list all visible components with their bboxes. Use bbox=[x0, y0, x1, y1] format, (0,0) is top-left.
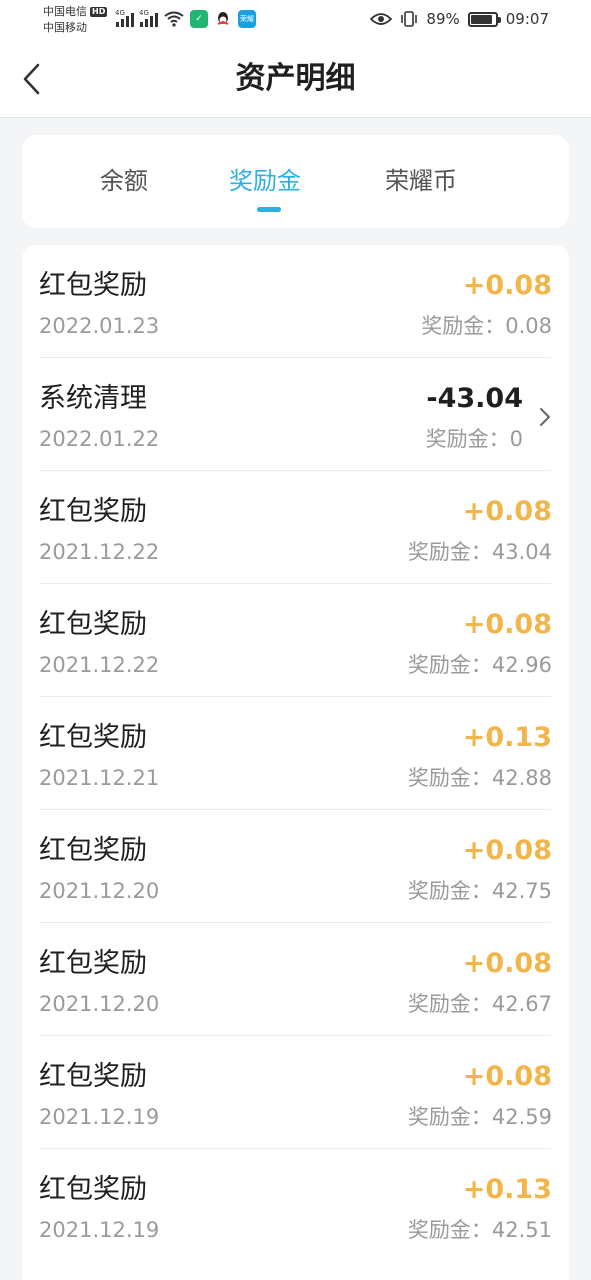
list-item[interactable]: 系统清理 2022.01.22 -43.04 奖励金：0 bbox=[22, 358, 569, 471]
balance-value: 42.51 bbox=[491, 1218, 552, 1242]
tab-bar: 余额 奖励金 荣耀币 bbox=[22, 135, 569, 228]
app-icon: ✓ bbox=[190, 10, 208, 28]
balance-label: 奖励金： bbox=[407, 879, 492, 903]
tab-honor-coin[interactable]: 荣耀币 bbox=[385, 165, 457, 197]
transaction-amount: -43.04 bbox=[426, 383, 523, 414]
transaction-amount: +0.08 bbox=[462, 948, 552, 979]
list-item[interactable]: 红包奖励 2021.12.20 +0.08 奖励金：42.67 bbox=[22, 923, 569, 1036]
carrier-info: 中国电信 HD 中国移动 bbox=[43, 4, 108, 36]
balance-label: 奖励金： bbox=[421, 314, 506, 338]
transaction-date: 2021.12.21 bbox=[39, 766, 160, 790]
transaction-date: 2022.01.23 bbox=[39, 314, 160, 338]
eye-icon bbox=[370, 13, 393, 25]
balance-label: 奖励金： bbox=[407, 653, 492, 677]
chevron-right-icon bbox=[540, 408, 550, 426]
transaction-balance: 奖励金：42.75 bbox=[408, 878, 552, 904]
network-label-1: 4G bbox=[115, 9, 125, 17]
transaction-balance: 奖励金：0 bbox=[426, 426, 523, 452]
clock: 09:07 bbox=[505, 10, 549, 28]
balance-value: 0 bbox=[509, 427, 523, 451]
page-header: 资产明细 bbox=[0, 40, 591, 118]
transaction-date: 2021.12.22 bbox=[39, 540, 160, 564]
balance-label: 奖励金： bbox=[407, 1105, 492, 1129]
balance-value: 0.08 bbox=[505, 314, 552, 338]
list-item[interactable]: 红包奖励 2021.12.21 +0.13 奖励金：42.88 bbox=[22, 697, 569, 810]
balance-label: 奖励金： bbox=[407, 766, 492, 790]
balance-label: 奖励金： bbox=[407, 540, 492, 564]
transaction-balance: 奖励金：42.88 bbox=[408, 765, 552, 791]
battery-percent: 89% bbox=[426, 10, 460, 28]
list-item[interactable]: 红包奖励 2021.12.20 +0.08 奖励金：42.75 bbox=[22, 810, 569, 923]
balance-value: 42.96 bbox=[491, 653, 552, 677]
transaction-date: 2021.12.20 bbox=[39, 879, 160, 903]
transaction-balance: 奖励金：42.51 bbox=[408, 1217, 552, 1243]
transaction-title: 红包奖励 bbox=[39, 835, 147, 866]
transaction-amount: +0.08 bbox=[462, 496, 552, 527]
status-icons-left: 4G 4G ✓ 荣耀 bbox=[115, 9, 256, 28]
list-item[interactable]: 红包奖励 2022.01.23 +0.08 奖励金：0.08 bbox=[22, 245, 569, 358]
transaction-date: 2021.12.20 bbox=[39, 992, 160, 1016]
transaction-amount: +0.08 bbox=[462, 609, 552, 640]
balance-label: 奖励金： bbox=[407, 1218, 492, 1242]
transaction-list: 红包奖励 2022.01.23 +0.08 奖励金：0.08 系统清理 2022… bbox=[22, 245, 569, 1280]
signal-icon: 4G bbox=[115, 9, 134, 27]
transaction-title: 红包奖励 bbox=[39, 496, 147, 527]
active-tab-indicator bbox=[257, 207, 281, 212]
transaction-title: 红包奖励 bbox=[39, 948, 147, 979]
signal-icon: 4G bbox=[139, 9, 158, 27]
list-item[interactable]: 红包奖励 2021.12.19 +0.13 奖励金：42.51 bbox=[22, 1149, 569, 1262]
transaction-date: 2021.12.22 bbox=[39, 653, 160, 677]
status-icons-right: 89% 09:07 bbox=[370, 10, 549, 28]
transaction-date: 2022.01.22 bbox=[39, 427, 160, 451]
transaction-title: 红包奖励 bbox=[39, 1174, 147, 1205]
honor-app-icon: 荣耀 bbox=[238, 10, 256, 28]
transaction-date: 2021.12.19 bbox=[39, 1218, 160, 1242]
transaction-balance: 奖励金：42.67 bbox=[408, 991, 552, 1017]
list-item[interactable]: 红包奖励 2021.12.22 +0.08 奖励金：42.96 bbox=[22, 584, 569, 697]
tab-balance[interactable]: 余额 bbox=[100, 165, 148, 197]
balance-value: 42.88 bbox=[491, 766, 552, 790]
transaction-amount: +0.08 bbox=[462, 835, 552, 866]
balance-label: 奖励金： bbox=[407, 992, 492, 1016]
balance-value: 42.59 bbox=[491, 1105, 552, 1129]
status-bar: 中国电信 HD 中国移动 4G 4G ✓ 荣耀 89% 09:07 bbox=[0, 0, 591, 40]
page-title: 资产明细 bbox=[235, 61, 356, 96]
list-item[interactable]: 红包奖励 2021.12.22 +0.08 奖励金：43.04 bbox=[22, 471, 569, 584]
transaction-amount: +0.13 bbox=[462, 722, 552, 753]
balance-value: 42.67 bbox=[491, 992, 552, 1016]
transaction-title: 红包奖励 bbox=[39, 1061, 147, 1092]
transaction-balance: 奖励金：42.59 bbox=[408, 1104, 552, 1130]
balance-label: 奖励金： bbox=[425, 427, 510, 451]
transaction-title: 系统清理 bbox=[39, 383, 147, 414]
network-label-2: 4G bbox=[139, 9, 149, 17]
balance-value: 43.04 bbox=[491, 540, 552, 564]
qq-icon bbox=[217, 12, 229, 25]
list-item[interactable]: 红包奖励 2021.12.19 +0.08 奖励金：42.59 bbox=[22, 1036, 569, 1149]
carrier-1: 中国电信 bbox=[43, 5, 87, 18]
wifi-icon bbox=[164, 11, 184, 27]
transaction-title: 红包奖励 bbox=[39, 609, 147, 640]
transaction-balance: 奖励金：42.96 bbox=[408, 652, 552, 678]
vibrate-icon bbox=[401, 11, 418, 27]
transaction-title: 红包奖励 bbox=[39, 270, 147, 301]
tab-reward[interactable]: 奖励金 bbox=[229, 165, 301, 197]
transaction-amount: +0.08 bbox=[462, 1061, 552, 1092]
transaction-amount: +0.13 bbox=[462, 1174, 552, 1205]
transaction-balance: 奖励金：43.04 bbox=[408, 539, 552, 565]
transaction-title: 红包奖励 bbox=[39, 722, 147, 753]
battery-level bbox=[470, 14, 493, 24]
transaction-date: 2021.12.19 bbox=[39, 1105, 160, 1129]
balance-value: 42.75 bbox=[491, 879, 552, 903]
transaction-balance: 奖励金：0.08 bbox=[421, 313, 552, 339]
hd-badge: HD bbox=[90, 7, 108, 17]
transaction-amount: +0.08 bbox=[462, 270, 552, 301]
battery-icon bbox=[467, 11, 501, 27]
carrier-2: 中国移动 bbox=[43, 21, 87, 34]
